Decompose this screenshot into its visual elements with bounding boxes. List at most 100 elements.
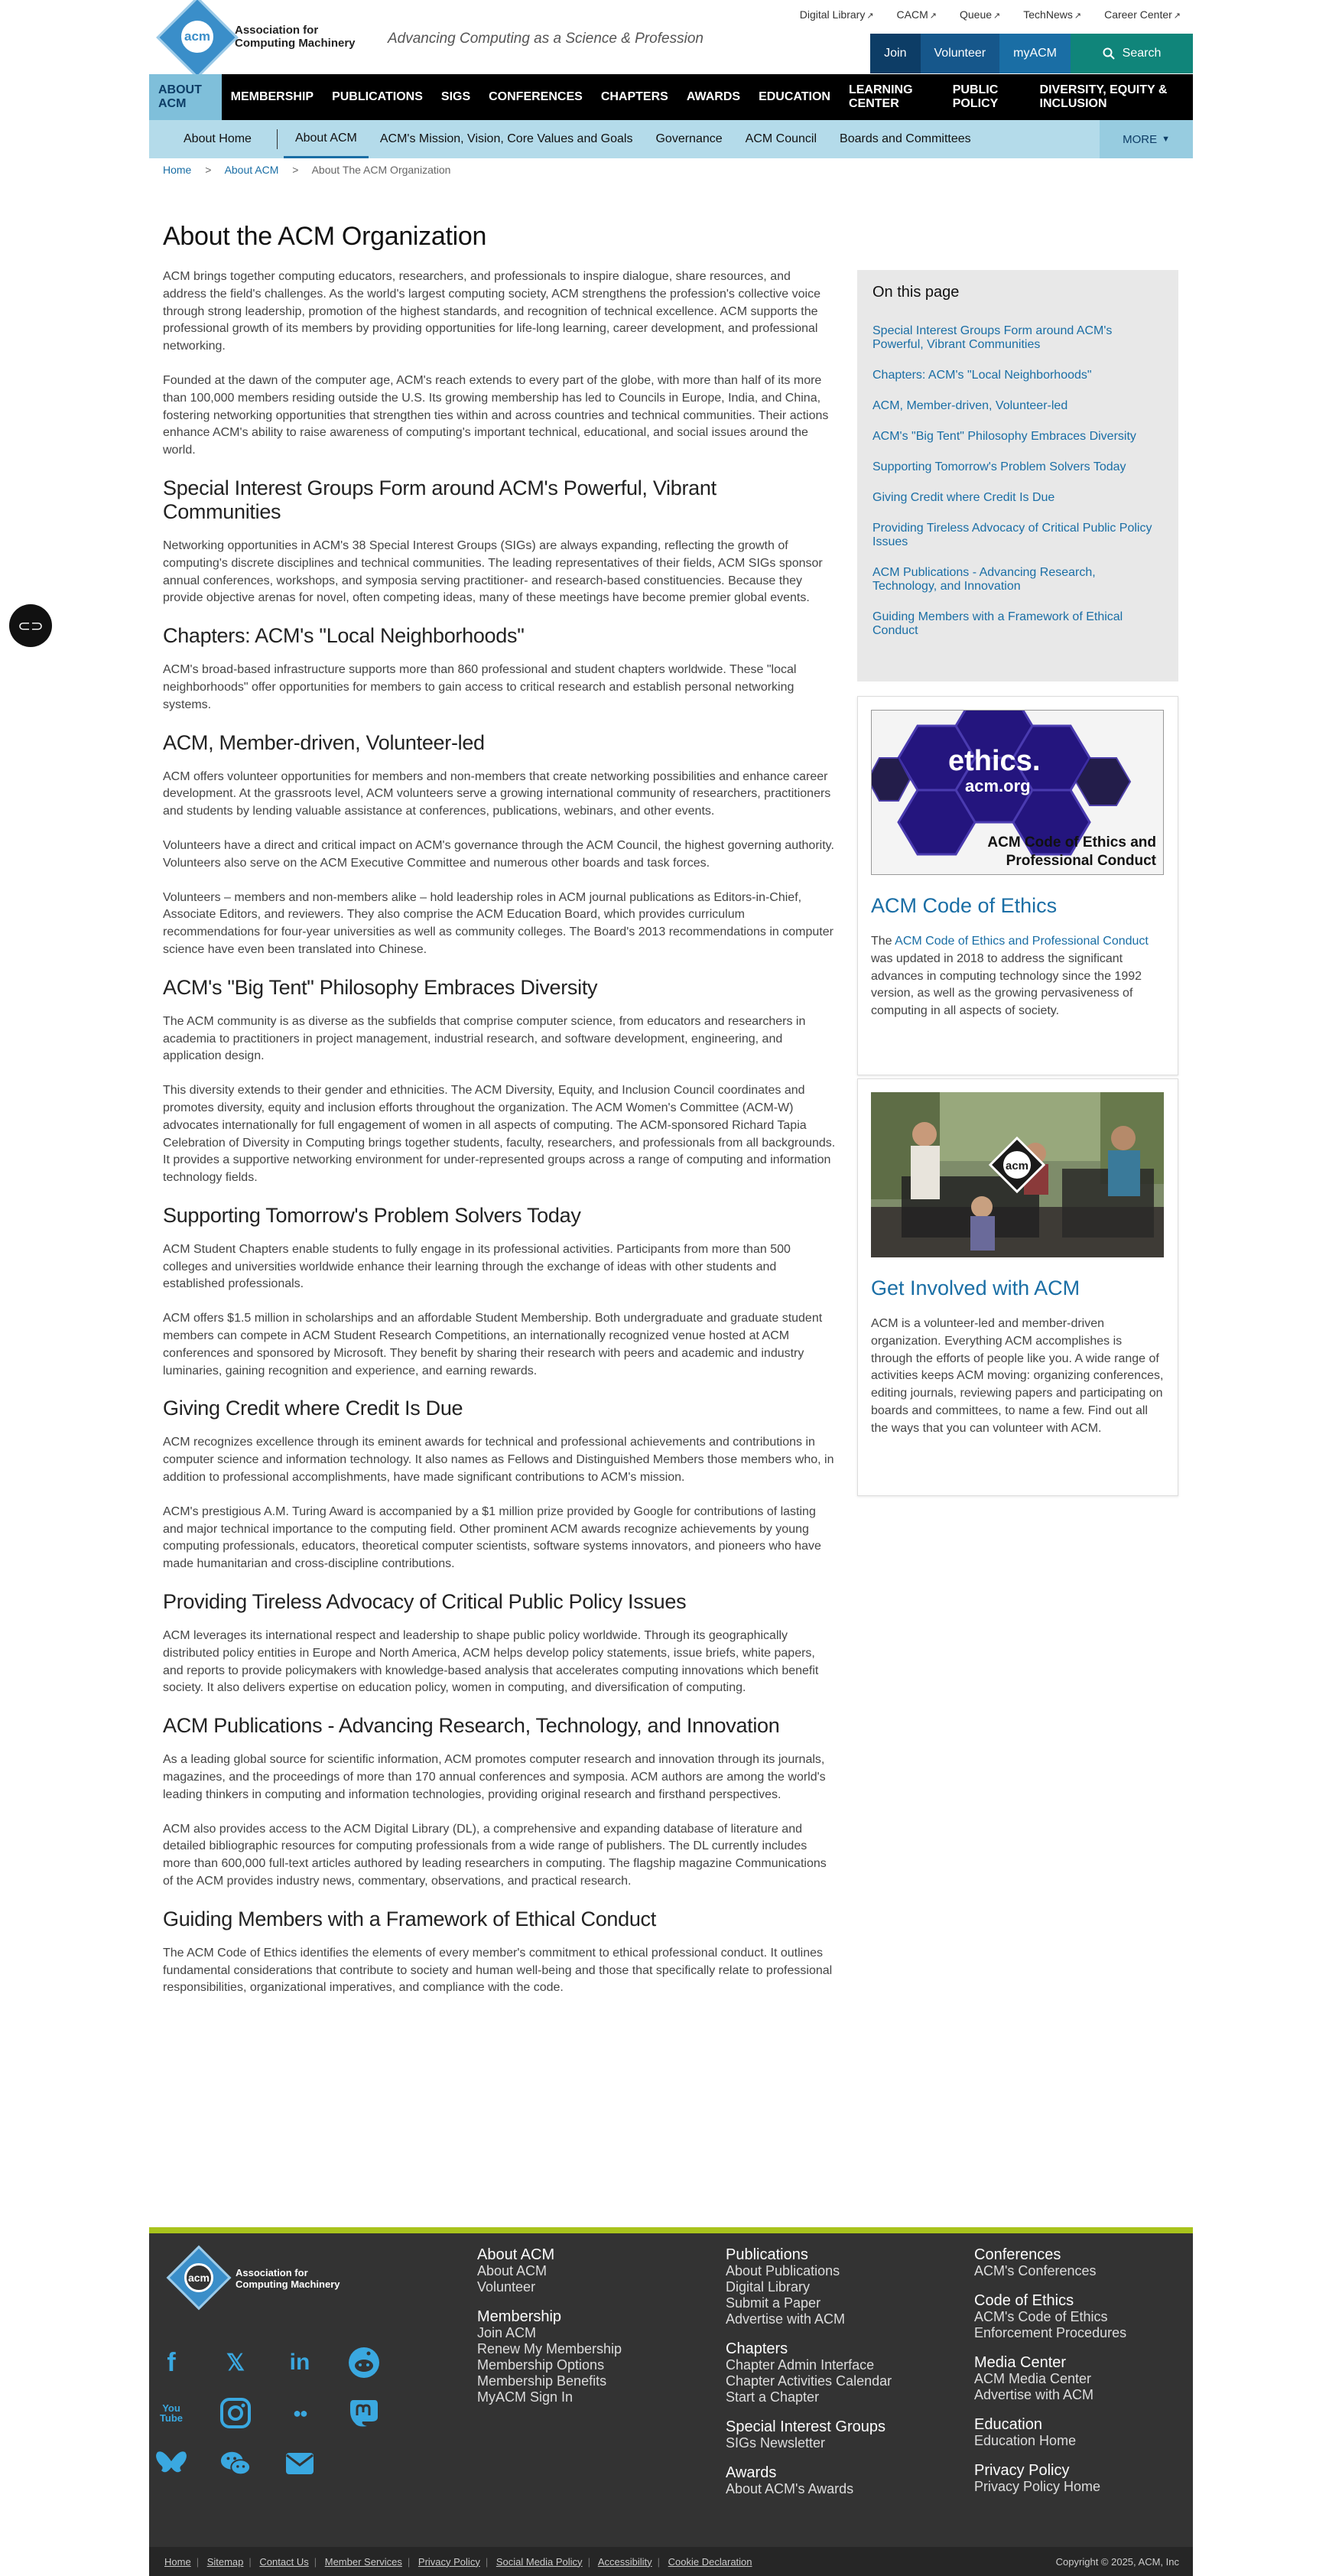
footer-heading[interactable]: Privacy Policy xyxy=(974,2463,1126,2479)
subnav-boards[interactable]: Boards and Committees xyxy=(828,120,983,158)
top-link-career-center[interactable]: Career Center ↗ xyxy=(1104,8,1181,21)
facebook-icon[interactable]: f xyxy=(155,2346,187,2379)
subnav-more-button[interactable]: MORE ▼ xyxy=(1100,120,1193,158)
top-link-digital-library[interactable]: Digital Library ↗ xyxy=(800,8,874,21)
footer-heading[interactable]: Media Center xyxy=(974,2355,1126,2371)
wechat-icon[interactable] xyxy=(219,2447,252,2480)
breadcrumb-about[interactable]: About ACM xyxy=(225,164,279,176)
bottom-link-home[interactable]: Home xyxy=(164,2556,191,2568)
x-icon[interactable]: 𝕏 xyxy=(219,2346,252,2379)
footer-logo-text[interactable]: Association for Computing Machinery xyxy=(236,2267,350,2290)
bottom-link-privacy[interactable]: Privacy Policy xyxy=(418,2556,480,2568)
footer-heading[interactable]: Conferences xyxy=(974,2247,1126,2263)
footer-link[interactable]: Volunteer xyxy=(477,2279,622,2295)
get-involved-title[interactable]: Get Involved with ACM xyxy=(871,1277,1165,1300)
footer-heading[interactable]: Code of Ethics xyxy=(974,2293,1126,2309)
bluesky-icon[interactable] xyxy=(155,2447,187,2480)
search-button[interactable]: Search xyxy=(1071,34,1193,73)
toc-link[interactable]: Special Interest Groups Form around ACM'… xyxy=(872,324,1163,352)
youtube-icon[interactable]: You Tube xyxy=(155,2396,187,2430)
subnav-about-acm[interactable]: About ACM xyxy=(283,120,369,158)
footer-link[interactable]: About Publications xyxy=(726,2263,892,2279)
ethics-code-link[interactable]: ACM Code of Ethics and Professional Cond… xyxy=(895,935,1149,948)
nav-about-acm[interactable]: ABOUT ACM xyxy=(149,74,222,120)
ethics-card-title[interactable]: ACM Code of Ethics xyxy=(871,894,1165,918)
subnav-about-home[interactable]: About Home xyxy=(149,120,271,158)
footer-link[interactable]: ACM's Code of Ethics xyxy=(974,2309,1126,2325)
footer-link[interactable]: ACM Media Center xyxy=(974,2371,1126,2387)
footer-link[interactable]: Start a Chapter xyxy=(726,2389,892,2405)
footer-heading[interactable]: Chapters xyxy=(726,2341,892,2357)
footer-link[interactable]: Membership Benefits xyxy=(477,2373,622,2389)
footer-heading[interactable]: Special Interest Groups xyxy=(726,2419,892,2435)
footer-link[interactable]: MyACM Sign In xyxy=(477,2389,622,2405)
bottom-link-sitemap[interactable]: Sitemap xyxy=(207,2556,244,2568)
footer-link[interactable]: About ACM's Awards xyxy=(726,2481,892,2497)
volunteer-button[interactable]: Volunteer xyxy=(920,34,1000,73)
footer-link[interactable]: Advertise with ACM xyxy=(974,2387,1126,2403)
ethics-promo-image[interactable]: ethics. acm.org ACM Code of Ethics and P… xyxy=(871,710,1164,875)
toc-link[interactable]: Supporting Tomorrow's Problem Solvers To… xyxy=(872,460,1163,474)
nav-publications[interactable]: PUBLICATIONS xyxy=(323,74,432,120)
join-button[interactable]: Join xyxy=(870,34,921,73)
footer-link[interactable]: About ACM xyxy=(477,2263,622,2279)
footer-link[interactable]: Enforcement Procedures xyxy=(974,2325,1126,2341)
footer-link[interactable]: Join ACM xyxy=(477,2325,622,2341)
acm-logo-mark[interactable]: acm xyxy=(179,18,216,55)
footer-link[interactable]: Membership Options xyxy=(477,2357,622,2373)
nav-chapters[interactable]: CHAPTERS xyxy=(592,74,677,120)
toc-link[interactable]: Guiding Members with a Framework of Ethi… xyxy=(872,610,1163,638)
nav-sigs[interactable]: SIGS xyxy=(432,74,479,120)
bottom-link-member-services[interactable]: Member Services xyxy=(325,2556,402,2568)
subnav-governance[interactable]: Governance xyxy=(644,120,733,158)
toc-link[interactable]: ACM's "Big Tent" Philosophy Embraces Div… xyxy=(872,430,1163,444)
email-icon[interactable] xyxy=(284,2447,316,2480)
footer-link[interactable]: SIGs Newsletter xyxy=(726,2435,892,2451)
footer-heading[interactable]: Membership xyxy=(477,2309,622,2325)
instagram-icon[interactable] xyxy=(219,2396,252,2430)
reddit-icon[interactable] xyxy=(348,2346,380,2379)
toc-link[interactable]: Chapters: ACM's "Local Neighborhoods" xyxy=(872,369,1163,382)
linkedin-icon[interactable]: in xyxy=(284,2346,316,2379)
nav-learning-center[interactable]: LEARNING CENTER xyxy=(840,74,944,120)
footer-link[interactable]: Chapter Activities Calendar xyxy=(726,2373,892,2389)
top-link-technews[interactable]: TechNews ↗ xyxy=(1023,8,1081,21)
nav-awards[interactable]: AWARDS xyxy=(677,74,749,120)
top-link-cacm[interactable]: CACM ↗ xyxy=(897,8,937,21)
toc-link[interactable]: ACM Publications - Advancing Research, T… xyxy=(872,566,1163,594)
toc-link[interactable]: Providing Tireless Advocacy of Critical … xyxy=(872,522,1163,549)
bottom-link-contact[interactable]: Contact Us xyxy=(259,2556,308,2568)
mastodon-icon[interactable] xyxy=(348,2396,380,2430)
nav-public-policy[interactable]: PUBLIC POLICY xyxy=(944,74,1031,120)
flickr-icon[interactable]: ●● xyxy=(284,2396,316,2430)
bottom-link-social-media-policy[interactable]: Social Media Policy xyxy=(496,2556,583,2568)
footer-heading[interactable]: Publications xyxy=(726,2247,892,2263)
volunteer-photo[interactable]: acm xyxy=(871,1092,1164,1257)
footer-link[interactable]: Chapter Admin Interface xyxy=(726,2357,892,2373)
footer-link[interactable]: Digital Library xyxy=(726,2279,892,2295)
subnav-acm-council[interactable]: ACM Council xyxy=(734,120,828,158)
nav-conferences[interactable]: CONFERENCES xyxy=(479,74,592,120)
footer-heading[interactable]: Education xyxy=(974,2417,1126,2433)
footer-link[interactable]: Privacy Policy Home xyxy=(974,2479,1126,2495)
bottom-link-cookie-declaration[interactable]: Cookie Declaration xyxy=(668,2556,752,2568)
footer-heading[interactable]: Awards xyxy=(726,2465,892,2481)
bottom-link-accessibility[interactable]: Accessibility xyxy=(598,2556,652,2568)
footer-link[interactable]: Advertise with ACM xyxy=(726,2311,892,2327)
nav-membership[interactable]: MEMBERSHIP xyxy=(222,74,323,120)
acm-logo-text[interactable]: Association for Computing Machinery xyxy=(235,24,357,50)
footer-link[interactable]: Submit a Paper xyxy=(726,2295,892,2311)
myacm-button[interactable]: myACM xyxy=(999,34,1071,73)
footer-link[interactable]: ACM's Conferences xyxy=(974,2263,1126,2279)
toc-link[interactable]: ACM, Member-driven, Volunteer-led xyxy=(872,399,1163,413)
footer-link[interactable]: Education Home xyxy=(974,2433,1126,2449)
nav-diversity[interactable]: DIVERSITY, EQUITY & INCLUSION xyxy=(1031,74,1193,120)
breadcrumb-home[interactable]: Home xyxy=(163,164,191,176)
toc-link[interactable]: Giving Credit where Credit Is Due xyxy=(872,491,1163,505)
top-link-queue[interactable]: Queue ↗ xyxy=(960,8,1000,21)
footer-link[interactable]: Renew My Membership xyxy=(477,2341,622,2357)
nav-education[interactable]: EDUCATION xyxy=(749,74,840,120)
accessibility-toggle-button[interactable]: ⊂⊃ xyxy=(9,604,52,647)
footer-logo-mark[interactable]: acm xyxy=(184,2263,213,2292)
footer-heading[interactable]: About ACM xyxy=(477,2247,622,2263)
